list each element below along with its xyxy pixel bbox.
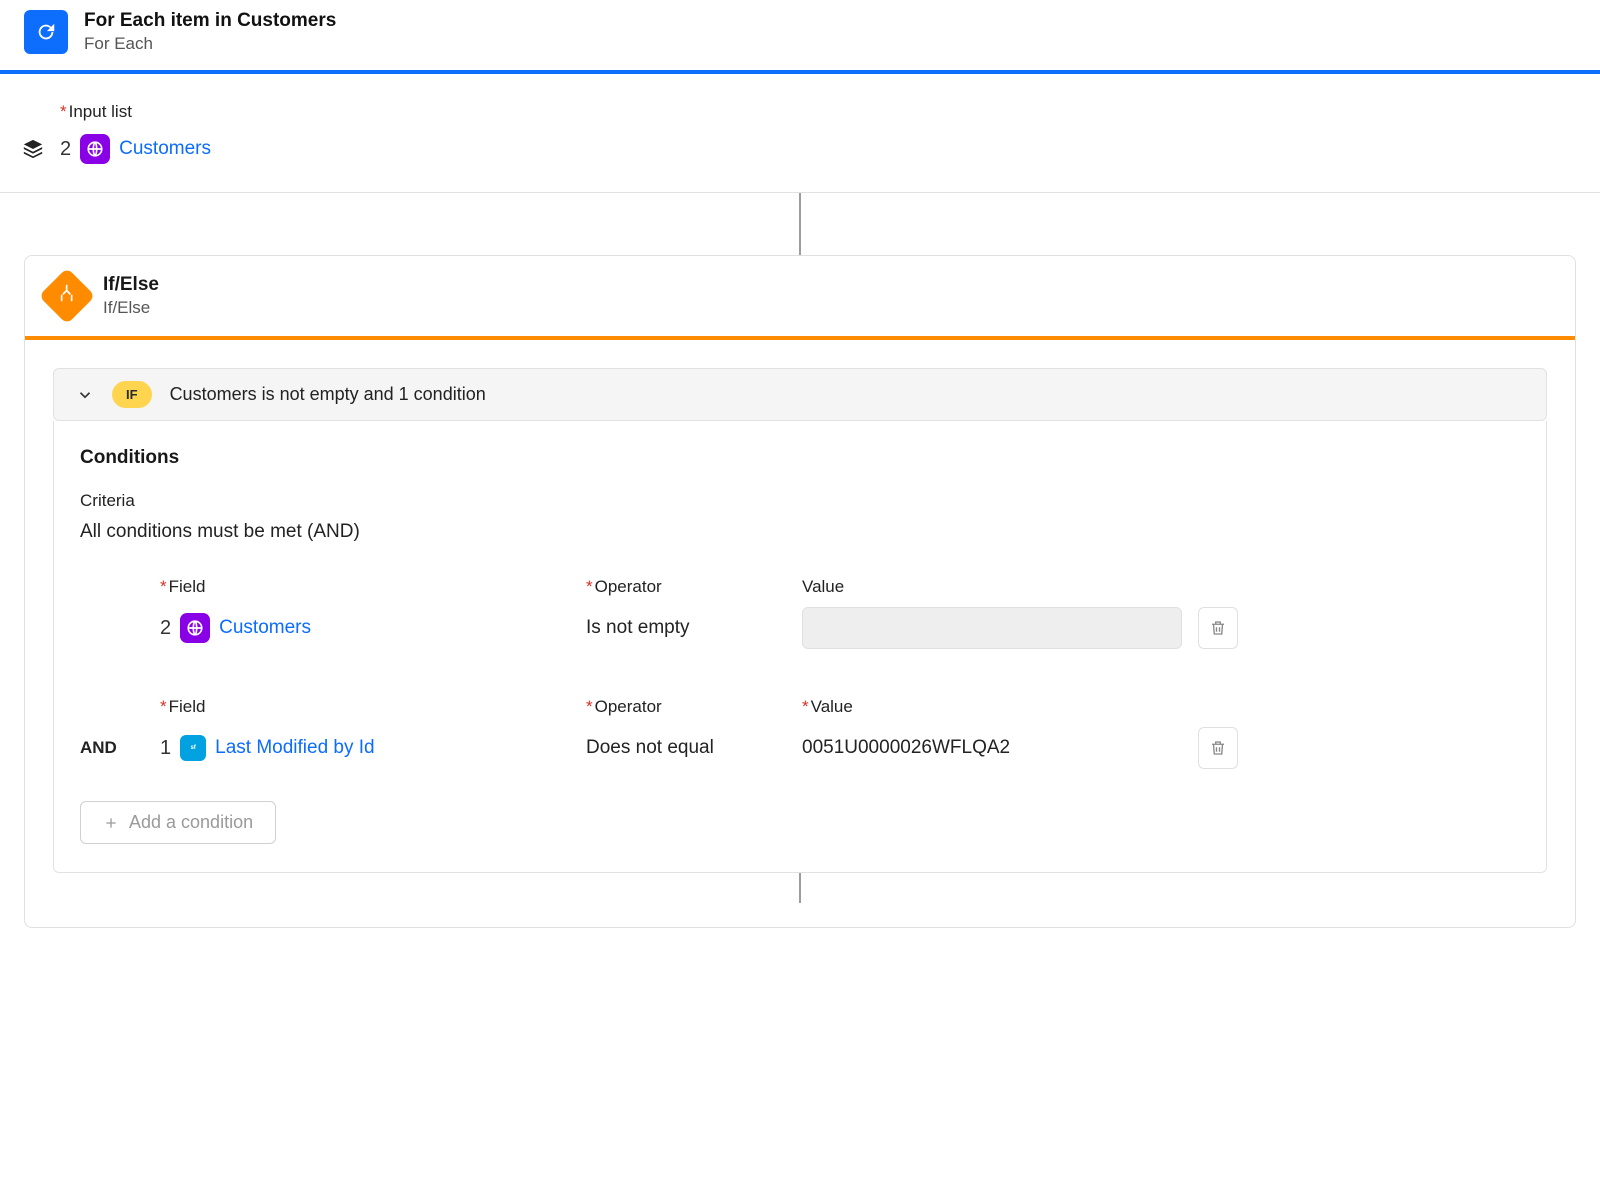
salesforce-icon: sf — [180, 735, 206, 761]
required-star: * — [60, 102, 67, 121]
value-label: Value — [802, 577, 1182, 597]
globe-icon — [80, 134, 110, 164]
field-label: *Field — [160, 577, 570, 597]
if-chip: IF — [112, 381, 152, 408]
if-summary-bar[interactable]: IF Customers is not empty and 1 conditio… — [53, 368, 1547, 421]
condition-field[interactable]: 1 sf Last Modified by Id — [160, 735, 570, 761]
field-value: Last Modified by Id — [215, 737, 374, 759]
globe-icon — [180, 613, 210, 643]
if-summary-text: Customers is not empty and 1 condition — [170, 384, 486, 405]
input-list-pill[interactable]: 2 Customers — [60, 134, 1576, 164]
delete-condition-button[interactable] — [1198, 727, 1238, 769]
foreach-header: For Each item in Customers For Each — [0, 0, 1600, 70]
input-list-label: *Input list — [60, 102, 1576, 122]
field-value: Customers — [219, 617, 311, 639]
ifelse-subtitle: If/Else — [103, 298, 159, 318]
ifelse-header: If/Else If/Else — [25, 256, 1575, 336]
operator-value[interactable]: Is not empty — [586, 617, 786, 639]
add-condition-label: Add a condition — [129, 812, 253, 833]
conditions-heading: Conditions — [80, 447, 1520, 469]
foreach-subtitle: For Each — [84, 34, 336, 54]
step-number: 2 — [160, 617, 171, 640]
step-number: 1 — [160, 737, 171, 760]
operator-label: *Operator — [586, 697, 786, 717]
delete-condition-button[interactable] — [1198, 607, 1238, 649]
criteria-label: Criteria — [80, 491, 1520, 511]
field-label: *Field — [160, 697, 570, 717]
branch-icon — [39, 268, 96, 325]
ifelse-block: If/Else If/Else IF Customers is not empt… — [24, 255, 1576, 928]
loop-icon — [24, 10, 68, 54]
operator-label: *Operator — [586, 577, 786, 597]
chevron-down-icon — [76, 386, 94, 404]
conditions-panel: Conditions Criteria All conditions must … — [53, 421, 1547, 873]
criteria-value: All conditions must be met (AND) — [80, 521, 1520, 543]
value-input-disabled — [802, 607, 1182, 649]
input-list-section: *Input list 2 Customers — [0, 74, 1600, 193]
ifelse-title: If/Else — [103, 274, 159, 296]
and-cell: AND — [80, 738, 144, 758]
step-number: 2 — [60, 138, 71, 161]
connector-bottom — [77, 873, 1523, 903]
value-label: *Value — [802, 697, 1182, 717]
input-list-value: Customers — [119, 138, 211, 160]
add-condition-button[interactable]: Add a condition — [80, 801, 276, 844]
connector-top — [0, 193, 1600, 255]
condition-field[interactable]: 2 Customers — [160, 613, 570, 643]
foreach-title: For Each item in Customers — [84, 10, 336, 32]
layers-icon — [22, 138, 44, 165]
value-text[interactable]: 0051U0000026WFLQA2 — [802, 737, 1182, 759]
operator-value[interactable]: Does not equal — [586, 737, 786, 759]
